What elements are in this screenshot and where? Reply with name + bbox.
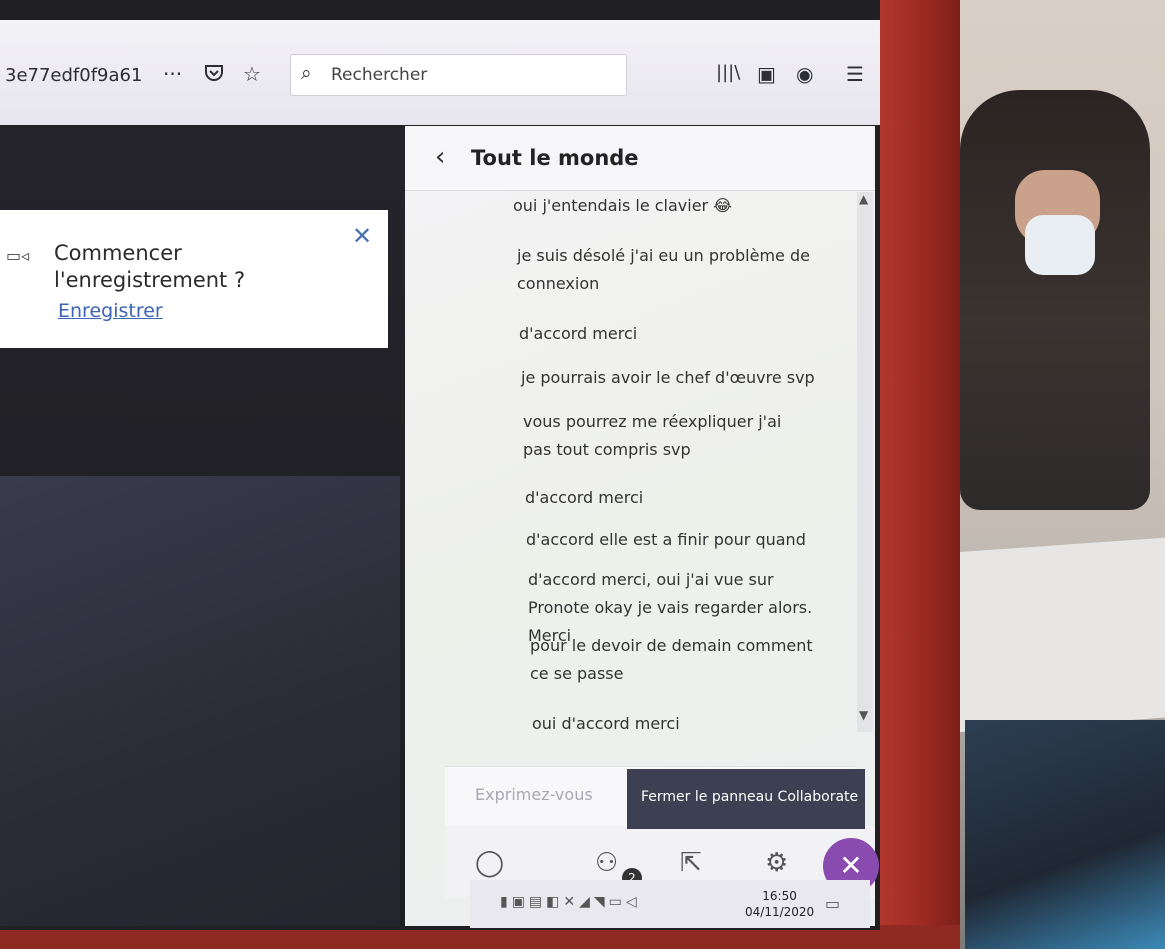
chat-message: oui j'entendais le clavier 😂: [513, 196, 732, 215]
chat-panel: ‹ Tout le monde oui j'entendais le clavi…: [405, 126, 879, 926]
chat-title: Tout le monde: [471, 146, 639, 170]
camera-icon: ▭◃: [6, 246, 30, 265]
search-box[interactable]: ⌕ Rechercher: [290, 54, 627, 96]
clock-time: 16:50: [762, 889, 797, 903]
chat-message: vous pourrez me réexpliquer j'ai pas tou…: [523, 412, 782, 459]
background-mask: [1025, 215, 1095, 275]
chat-scrollbar[interactable]: [857, 192, 873, 732]
chat-message: je pourrais avoir le chef d'œuvre svp: [521, 368, 815, 387]
page-actions-icon[interactable]: ···: [163, 62, 182, 86]
chat-message: d'accord elle est a finir pour quand: [526, 530, 806, 549]
chat-header: ‹ Tout le monde: [405, 126, 875, 191]
chat-message: d'accord merci: [525, 488, 644, 507]
library-icon[interactable]: |||\: [716, 62, 740, 83]
gear-icon[interactable]: ⚙: [765, 848, 788, 878]
chat-message: pour le devoir de demain comment ce se p…: [530, 636, 813, 683]
background-laptop: [955, 537, 1165, 733]
system-tray-icons[interactable]: ▮▣▤◧✕◢◥▭◁: [500, 894, 641, 910]
pocket-icon[interactable]: [203, 62, 225, 89]
laptop-frame: [870, 0, 960, 949]
scroll-down-icon[interactable]: ▼: [859, 708, 868, 722]
notifications-icon[interactable]: ▭: [825, 894, 840, 913]
scroll-up-icon[interactable]: ▲: [859, 192, 868, 206]
recording-prompt: ▭◃ Commencer l'enregistrement ? Enregist…: [0, 210, 388, 348]
chat-message: d'accord merci: [519, 324, 638, 343]
message-list: oui j'entendais le clavier 😂 je suis dés…: [405, 192, 855, 757]
tooltip-text: Fermer le panneau Collaborate: [641, 789, 859, 805]
account-icon[interactable]: ◉: [796, 62, 813, 86]
os-taskbar: ▮▣▤◧✕◢◥▭◁ 16:50 04/11/2020 ▭: [470, 880, 870, 928]
search-icon: ⌕: [301, 62, 312, 84]
chat-bubble-icon[interactable]: ◯: [475, 848, 504, 878]
url-bar[interactable]: 3e77edf0f9a61: [5, 65, 142, 86]
tooltip: Fermer le panneau Collaborate: [627, 769, 865, 829]
clock-date: 04/11/2020: [745, 905, 815, 919]
background-books: [965, 720, 1165, 949]
bookmark-star-icon[interactable]: ☆: [243, 62, 261, 86]
video-area: [0, 476, 400, 926]
search-placeholder: Rechercher: [331, 65, 428, 85]
laptop-screen: 3e77edf0f9a61 ··· ☆ ⌕ Rechercher |||\ ▣ …: [0, 0, 880, 930]
participants-icon[interactable]: ⚇: [595, 848, 618, 878]
sidebar-icon[interactable]: ▣: [757, 62, 776, 86]
taskbar-clock[interactable]: 16:50 04/11/2020: [745, 888, 814, 920]
browser-toolbar: 3e77edf0f9a61 ··· ☆ ⌕ Rechercher |||\ ▣ …: [0, 20, 880, 125]
composer-placeholder: Exprimez-vous: [475, 785, 593, 804]
back-chevron-icon[interactable]: ‹: [435, 142, 445, 172]
close-icon[interactable]: ✕: [352, 222, 372, 250]
chat-message: oui d'accord merci: [532, 714, 680, 733]
hamburger-menu-icon[interactable]: ☰: [846, 62, 864, 86]
share-content-icon[interactable]: ⇱: [680, 848, 702, 878]
chat-message: je suis désolé j'ai eu un problème de co…: [517, 246, 810, 293]
start-recording-link[interactable]: Enregistrer: [58, 300, 163, 322]
recording-prompt-title: Commencer l'enregistrement ?: [54, 241, 246, 292]
background-person: [960, 90, 1150, 510]
